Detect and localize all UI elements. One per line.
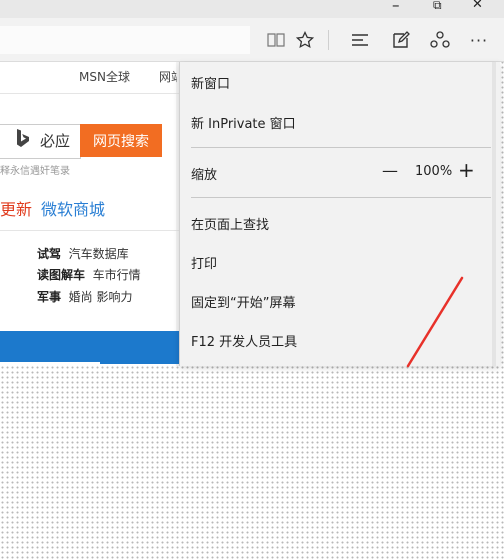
annotation-arrow-icon: [406, 276, 464, 368]
